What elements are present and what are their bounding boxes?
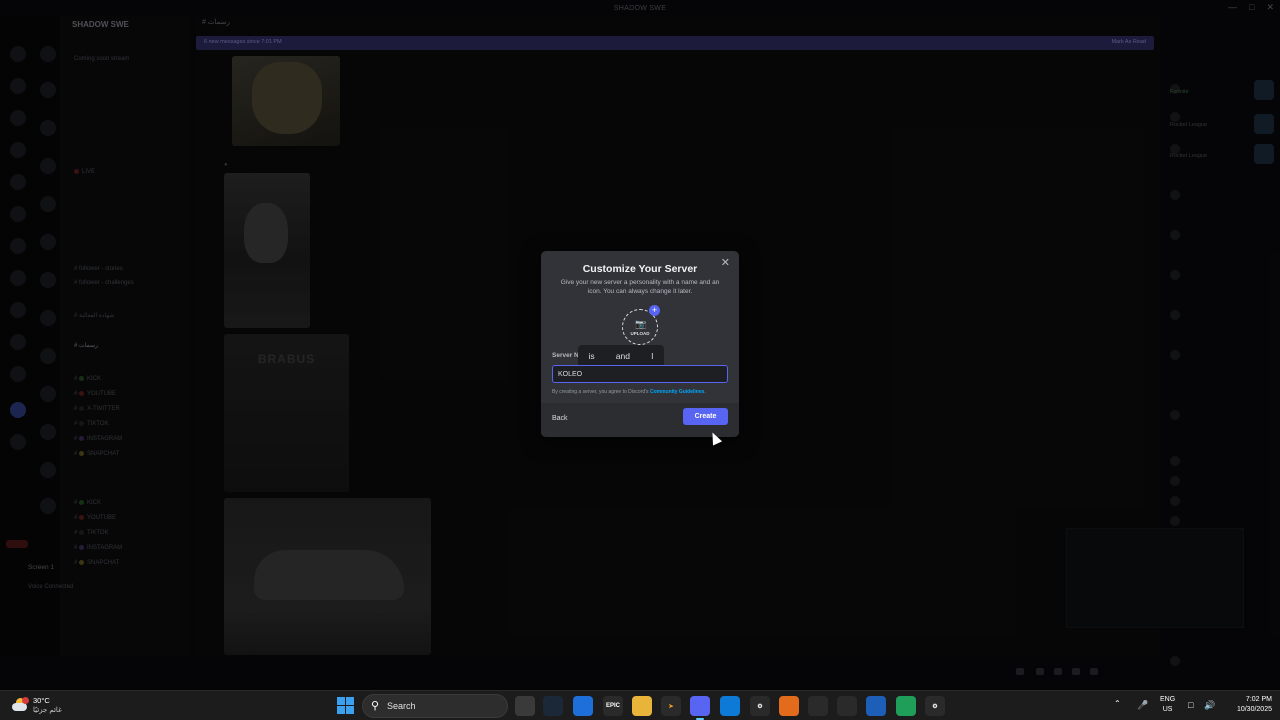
clock-date: 10/30/2025 (1236, 706, 1272, 713)
discord-icon[interactable] (690, 696, 710, 720)
show-hidden-icons[interactable]: ⌃ (1114, 699, 1121, 708)
search-label: Search (387, 701, 416, 711)
clock-time: 7:02 PM (1245, 696, 1272, 703)
taskbar-search[interactable]: ⚲ Search (362, 694, 508, 718)
modal-description: Give your new server a personality with … (560, 279, 720, 295)
windows-taskbar: 30°C غائم جزئيًا ⚲ Search EPIC ➤ ⚙ ⚙ ⌃ 🎤… (0, 690, 1280, 720)
app-icon[interactable] (866, 696, 886, 716)
upload-icon-button[interactable]: 📷 UPLOAD + (622, 305, 660, 345)
server-name-input[interactable] (552, 365, 728, 383)
app-icon[interactable] (573, 696, 593, 716)
autocomplete-suggestions: is and I (578, 345, 664, 367)
app-icon[interactable] (808, 696, 828, 716)
volume-icon[interactable]: 🔊 (1204, 700, 1215, 710)
network-icon[interactable]: □ (1188, 700, 1198, 710)
camera-icon: 📷 (635, 319, 647, 329)
search-icon: ⚲ (371, 700, 380, 712)
clock[interactable]: 7:02 PM 10/30/2025 (1226, 695, 1272, 715)
weather-icon (12, 697, 29, 712)
modal-title: Customize Your Server (582, 263, 698, 275)
modal-footer: Back Create (541, 403, 739, 437)
app-icon[interactable] (896, 696, 916, 716)
settings-app-icon[interactable]: ⚙ (750, 696, 770, 716)
weather-temp: 30°C (33, 696, 50, 705)
suggestion-item[interactable]: I (651, 351, 653, 361)
chrome-icon[interactable] (837, 696, 857, 716)
start-button[interactable] (337, 697, 354, 714)
steam-icon[interactable] (543, 696, 563, 716)
task-view-icon[interactable] (515, 696, 535, 716)
settings-icon[interactable]: ⚙ (925, 696, 945, 716)
terms-text: By creating a server, you agree to Disco… (552, 389, 706, 395)
epic-games-icon[interactable]: EPIC (603, 696, 623, 716)
back-button[interactable]: Back (552, 415, 568, 422)
file-explorer-icon[interactable] (632, 696, 652, 716)
microphone-icon[interactable]: 🎤 (1137, 700, 1148, 710)
weather-condition: غائم جزئيًا (33, 707, 62, 714)
plus-icon: + (649, 305, 660, 316)
customize-server-modal: ✕ Customize Your Server Give your new se… (541, 251, 739, 437)
suggestion-item[interactable]: and (616, 351, 630, 361)
language-indicator[interactable]: ENG US (1160, 695, 1175, 715)
app-icon[interactable]: ➤ (661, 696, 681, 716)
notification-badge (22, 697, 29, 704)
community-guidelines-link[interactable]: Community Guidelines (650, 389, 704, 395)
app-icon[interactable] (779, 696, 799, 716)
create-button[interactable]: Create (683, 408, 728, 425)
upload-label: UPLOAD (630, 331, 650, 336)
edge-icon[interactable] (720, 696, 740, 716)
suggestion-item[interactable]: is (589, 351, 595, 361)
